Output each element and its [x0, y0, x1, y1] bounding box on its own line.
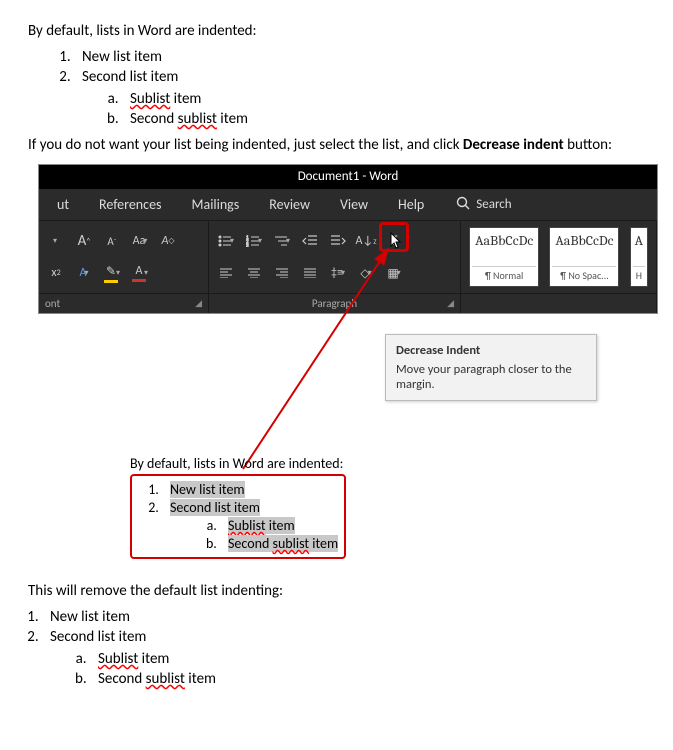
font-group-label: ont — [45, 297, 60, 310]
list-item: Sublist item — [122, 90, 645, 108]
shading-icon[interactable]: ◇▾ — [355, 262, 377, 284]
show-marks-icon[interactable]: ¶ — [383, 230, 405, 252]
search-icon[interactable] — [456, 196, 470, 214]
numbering-icon[interactable]: 123▾ — [243, 230, 265, 252]
tab-layout-cutoff[interactable]: ut — [43, 189, 83, 221]
svg-text:3: 3 — [246, 243, 249, 247]
document-snippet: By default, lists in Word are indented: … — [130, 454, 346, 559]
list-item: New list item — [42, 608, 645, 626]
selection-highlight-box: New list item Second list item Sublist i… — [130, 474, 346, 559]
highlight-color-icon[interactable]: ✎▾ — [101, 262, 123, 284]
sort-icon[interactable]: A↓Z — [355, 230, 377, 252]
format-painter-icon[interactable]: ▾ — [45, 230, 67, 252]
tab-view[interactable]: View — [326, 189, 382, 221]
subscript-icon[interactable]: x2 — [45, 262, 67, 284]
paragraph-group-label: Paragraph — [312, 297, 357, 310]
tooltip-decrease-indent: Decrease Indent Move your paragraph clos… — [385, 334, 597, 401]
style-normal[interactable]: AaBbCcDc ¶ Normal — [469, 227, 539, 287]
borders-icon[interactable]: ▦▾ — [383, 262, 405, 284]
align-right-icon[interactable] — [271, 262, 293, 284]
shrink-font-icon[interactable]: Aˇ — [101, 230, 123, 252]
font-color-icon[interactable]: A▾ — [129, 262, 151, 284]
example-list-noindent: New list item Second list item Sublist i… — [28, 608, 645, 688]
style-no-spacing[interactable]: AaBbCcDc ¶ No Spac... — [549, 227, 619, 287]
tab-mailings[interactable]: Mailings — [178, 189, 254, 221]
intro-paragraph: By default, lists in Word are indented: — [28, 22, 645, 40]
instruction-paragraph: If you do not want your list being inden… — [28, 136, 645, 154]
align-center-icon[interactable] — [243, 262, 265, 284]
decrease-indent-icon[interactable] — [299, 230, 321, 252]
clear-formatting-icon[interactable]: A◇ — [157, 230, 179, 252]
list-item: Second sublist item — [122, 110, 645, 128]
justify-icon[interactable] — [299, 262, 321, 284]
paragraph-dialog-launcher-icon[interactable]: ◢ — [447, 298, 454, 309]
increase-indent-icon[interactable] — [327, 230, 349, 252]
list-item: Second list item Sublist item Second sub… — [74, 68, 645, 128]
word-ribbon: Document1 - Word ut References Mailings … — [38, 164, 658, 314]
window-title: Document1 - Word — [39, 165, 657, 189]
tab-review[interactable]: Review — [255, 189, 324, 221]
multilevel-list-icon[interactable]: ▾ — [271, 230, 293, 252]
list-item: Second sublist item — [90, 670, 645, 688]
font-dialog-launcher-icon[interactable]: ◢ — [195, 298, 202, 309]
align-left-icon[interactable] — [215, 262, 237, 284]
tab-references[interactable]: References — [85, 189, 175, 221]
list-item: Sublist item — [90, 650, 645, 668]
list-item: New list item — [74, 48, 645, 66]
text-effects-icon[interactable]: A▾ — [73, 262, 95, 284]
search-label[interactable]: Search — [476, 197, 511, 212]
style-heading-cutoff[interactable]: A H — [630, 227, 648, 287]
tab-help[interactable]: Help — [384, 189, 438, 221]
line-spacing-icon[interactable]: ‡≡▾ — [327, 262, 349, 284]
change-case-icon[interactable]: Aa▾ — [129, 230, 151, 252]
grow-font-icon[interactable]: A^ — [73, 230, 95, 252]
result-paragraph: This will remove the default list indent… — [28, 582, 645, 600]
list-item: Second list item Sublist item Second sub… — [42, 628, 645, 688]
bullets-icon[interactable]: ▾ — [215, 230, 237, 252]
example-list-indented: New list item Second list item Sublist i… — [28, 48, 645, 128]
